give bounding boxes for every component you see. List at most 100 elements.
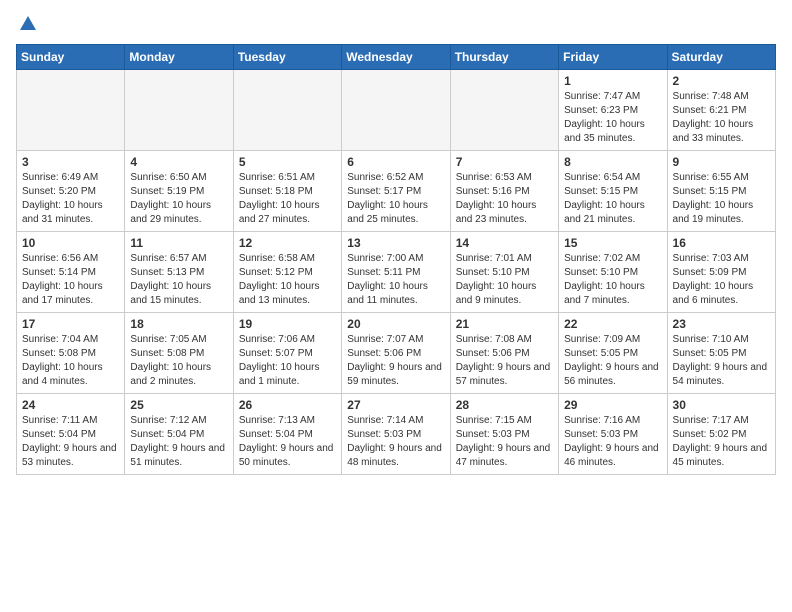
day-number: 21 [456, 317, 553, 331]
day-number: 29 [564, 398, 661, 412]
calendar-cell: 16 Sunrise: 7:03 AMSunset: 5:09 PMDayligh… [667, 232, 775, 313]
calendar-cell: 14 Sunrise: 7:01 AMSunset: 5:10 PMDayligh… [450, 232, 558, 313]
day-number: 6 [347, 155, 444, 169]
calendar-cell: 10 Sunrise: 6:56 AMSunset: 5:14 PMDayligh… [17, 232, 125, 313]
day-number: 30 [673, 398, 770, 412]
calendar-cell: 23 Sunrise: 7:10 AMSunset: 5:05 PMDayligh… [667, 313, 775, 394]
day-info: Sunrise: 7:03 AMSunset: 5:09 PMDaylight:… [673, 252, 770, 308]
day-info: Sunrise: 7:07 AMSunset: 5:06 PMDaylight:… [347, 333, 444, 389]
calendar-cell [450, 70, 558, 151]
day-info: Sunrise: 6:53 AMSunset: 5:16 PMDaylight:… [456, 171, 553, 227]
calendar-cell: 5 Sunrise: 6:51 AMSunset: 5:18 PMDaylight… [233, 151, 341, 232]
day-info: Sunrise: 7:06 AMSunset: 5:07 PMDaylight:… [239, 333, 336, 389]
day-info: Sunrise: 6:58 AMSunset: 5:12 PMDaylight:… [239, 252, 336, 308]
day-header-saturday: Saturday [667, 45, 775, 70]
calendar-cell: 24Sunrise: 7:11 AMSunset: 5:04 PMDayligh… [17, 394, 125, 475]
day-info: Sunrise: 7:17 AMSunset: 5:02 PMDaylight:… [673, 414, 770, 470]
calendar-cell: 3 Sunrise: 6:49 AMSunset: 5:20 PMDaylight… [17, 151, 125, 232]
day-info: Sunrise: 6:54 AMSunset: 5:15 PMDaylight:… [564, 171, 661, 227]
day-number: 12 [239, 236, 336, 250]
day-info: Sunrise: 7:08 AMSunset: 5:06 PMDaylight:… [456, 333, 553, 389]
day-info: Sunrise: 7:10 AMSunset: 5:05 PMDaylight:… [673, 333, 770, 389]
calendar-week-row: 24Sunrise: 7:11 AMSunset: 5:04 PMDayligh… [17, 394, 776, 475]
day-info: Sunrise: 7:12 AMSunset: 5:04 PMDaylight:… [130, 414, 227, 470]
calendar-cell: 22Sunrise: 7:09 AMSunset: 5:05 PMDayligh… [559, 313, 667, 394]
day-header-monday: Monday [125, 45, 233, 70]
calendar-cell [233, 70, 341, 151]
day-number: 14 [456, 236, 553, 250]
day-number: 3 [22, 155, 119, 169]
day-number: 16 [673, 236, 770, 250]
day-info: Sunrise: 7:16 AMSunset: 5:03 PMDaylight:… [564, 414, 661, 470]
page-header [16, 16, 776, 32]
day-info: Sunrise: 7:47 AMSunset: 6:23 PMDaylight:… [564, 90, 661, 146]
calendar-cell: 18 Sunrise: 7:05 AMSunset: 5:08 PMDayligh… [125, 313, 233, 394]
calendar-week-row: 17Sunrise: 7:04 AMSunset: 5:08 PMDayligh… [17, 313, 776, 394]
day-info: Sunrise: 7:00 AMSunset: 5:11 PMDaylight:… [347, 252, 444, 308]
calendar-header-row: SundayMondayTuesdayWednesdayThursdayFrid… [17, 45, 776, 70]
day-info: Sunrise: 6:56 AMSunset: 5:14 PMDaylight:… [22, 252, 119, 308]
day-number: 26 [239, 398, 336, 412]
calendar-cell: 19 Sunrise: 7:06 AMSunset: 5:07 PMDayligh… [233, 313, 341, 394]
day-number: 8 [564, 155, 661, 169]
calendar-cell: 1 Sunrise: 7:47 AMSunset: 6:23 PMDaylight… [559, 70, 667, 151]
day-number: 18 [130, 317, 227, 331]
day-number: 19 [239, 317, 336, 331]
day-info: Sunrise: 6:49 AMSunset: 5:20 PMDaylight:… [22, 171, 119, 227]
day-info: Sunrise: 7:14 AMSunset: 5:03 PMDaylight:… [347, 414, 444, 470]
day-header-tuesday: Tuesday [233, 45, 341, 70]
day-info: Sunrise: 7:05 AMSunset: 5:08 PMDaylight:… [130, 333, 227, 389]
calendar-cell: 8 Sunrise: 6:54 AMSunset: 5:15 PMDaylight… [559, 151, 667, 232]
day-header-thursday: Thursday [450, 45, 558, 70]
calendar-cell: 7 Sunrise: 6:53 AMSunset: 5:16 PMDaylight… [450, 151, 558, 232]
calendar-cell [342, 70, 450, 151]
day-info: Sunrise: 6:51 AMSunset: 5:18 PMDaylight:… [239, 171, 336, 227]
calendar-cell: 17Sunrise: 7:04 AMSunset: 5:08 PMDayligh… [17, 313, 125, 394]
day-number: 1 [564, 74, 661, 88]
calendar-cell: 26 Sunrise: 7:13 AMSunset: 5:04 PMDayligh… [233, 394, 341, 475]
day-number: 24 [22, 398, 119, 412]
day-number: 28 [456, 398, 553, 412]
day-info: Sunrise: 7:09 AMSunset: 5:05 PMDaylight:… [564, 333, 661, 389]
calendar-week-row: 10 Sunrise: 6:56 AMSunset: 5:14 PMDayligh… [17, 232, 776, 313]
day-info: Sunrise: 7:01 AMSunset: 5:10 PMDaylight:… [456, 252, 553, 308]
calendar-cell: 6 Sunrise: 6:52 AMSunset: 5:17 PMDaylight… [342, 151, 450, 232]
calendar-cell: 2Sunrise: 7:48 AMSunset: 6:21 PMDaylight… [667, 70, 775, 151]
day-number: 20 [347, 317, 444, 331]
day-number: 10 [22, 236, 119, 250]
day-number: 4 [130, 155, 227, 169]
calendar-cell [125, 70, 233, 151]
calendar-cell: 27Sunrise: 7:14 AMSunset: 5:03 PMDayligh… [342, 394, 450, 475]
day-info: Sunrise: 6:57 AMSunset: 5:13 PMDaylight:… [130, 252, 227, 308]
day-header-friday: Friday [559, 45, 667, 70]
day-info: Sunrise: 7:13 AMSunset: 5:04 PMDaylight:… [239, 414, 336, 470]
day-number: 15 [564, 236, 661, 250]
logo-triangle-icon [20, 16, 36, 30]
logo [16, 16, 36, 32]
calendar-cell: 15 Sunrise: 7:02 AMSunset: 5:10 PMDayligh… [559, 232, 667, 313]
day-number: 13 [347, 236, 444, 250]
calendar-cell: 4Sunrise: 6:50 AMSunset: 5:19 PMDaylight… [125, 151, 233, 232]
day-number: 23 [673, 317, 770, 331]
calendar-cell: 12 Sunrise: 6:58 AMSunset: 5:12 PMDayligh… [233, 232, 341, 313]
calendar-cell: 28 Sunrise: 7:15 AMSunset: 5:03 PMDayligh… [450, 394, 558, 475]
day-info: Sunrise: 6:52 AMSunset: 5:17 PMDaylight:… [347, 171, 444, 227]
calendar-cell: 20 Sunrise: 7:07 AMSunset: 5:06 PMDayligh… [342, 313, 450, 394]
calendar-cell: 30 Sunrise: 7:17 AMSunset: 5:02 PMDayligh… [667, 394, 775, 475]
day-info: Sunrise: 7:48 AMSunset: 6:21 PMDaylight:… [673, 90, 770, 146]
day-info: Sunrise: 7:02 AMSunset: 5:10 PMDaylight:… [564, 252, 661, 308]
calendar-cell [17, 70, 125, 151]
day-number: 7 [456, 155, 553, 169]
day-header-wednesday: Wednesday [342, 45, 450, 70]
day-number: 11 [130, 236, 227, 250]
day-number: 5 [239, 155, 336, 169]
calendar-cell: 21 Sunrise: 7:08 AMSunset: 5:06 PMDayligh… [450, 313, 558, 394]
calendar-cell: 13 Sunrise: 7:00 AMSunset: 5:11 PMDayligh… [342, 232, 450, 313]
day-number: 25 [130, 398, 227, 412]
day-info: Sunrise: 6:55 AMSunset: 5:15 PMDaylight:… [673, 171, 770, 227]
day-info: Sunrise: 7:15 AMSunset: 5:03 PMDaylight:… [456, 414, 553, 470]
day-info: Sunrise: 7:04 AMSunset: 5:08 PMDaylight:… [22, 333, 119, 389]
calendar-cell: 9Sunrise: 6:55 AMSunset: 5:15 PMDaylight… [667, 151, 775, 232]
calendar-week-row: 1 Sunrise: 7:47 AMSunset: 6:23 PMDaylight… [17, 70, 776, 151]
page-container: SundayMondayTuesdayWednesdayThursdayFrid… [0, 0, 792, 491]
